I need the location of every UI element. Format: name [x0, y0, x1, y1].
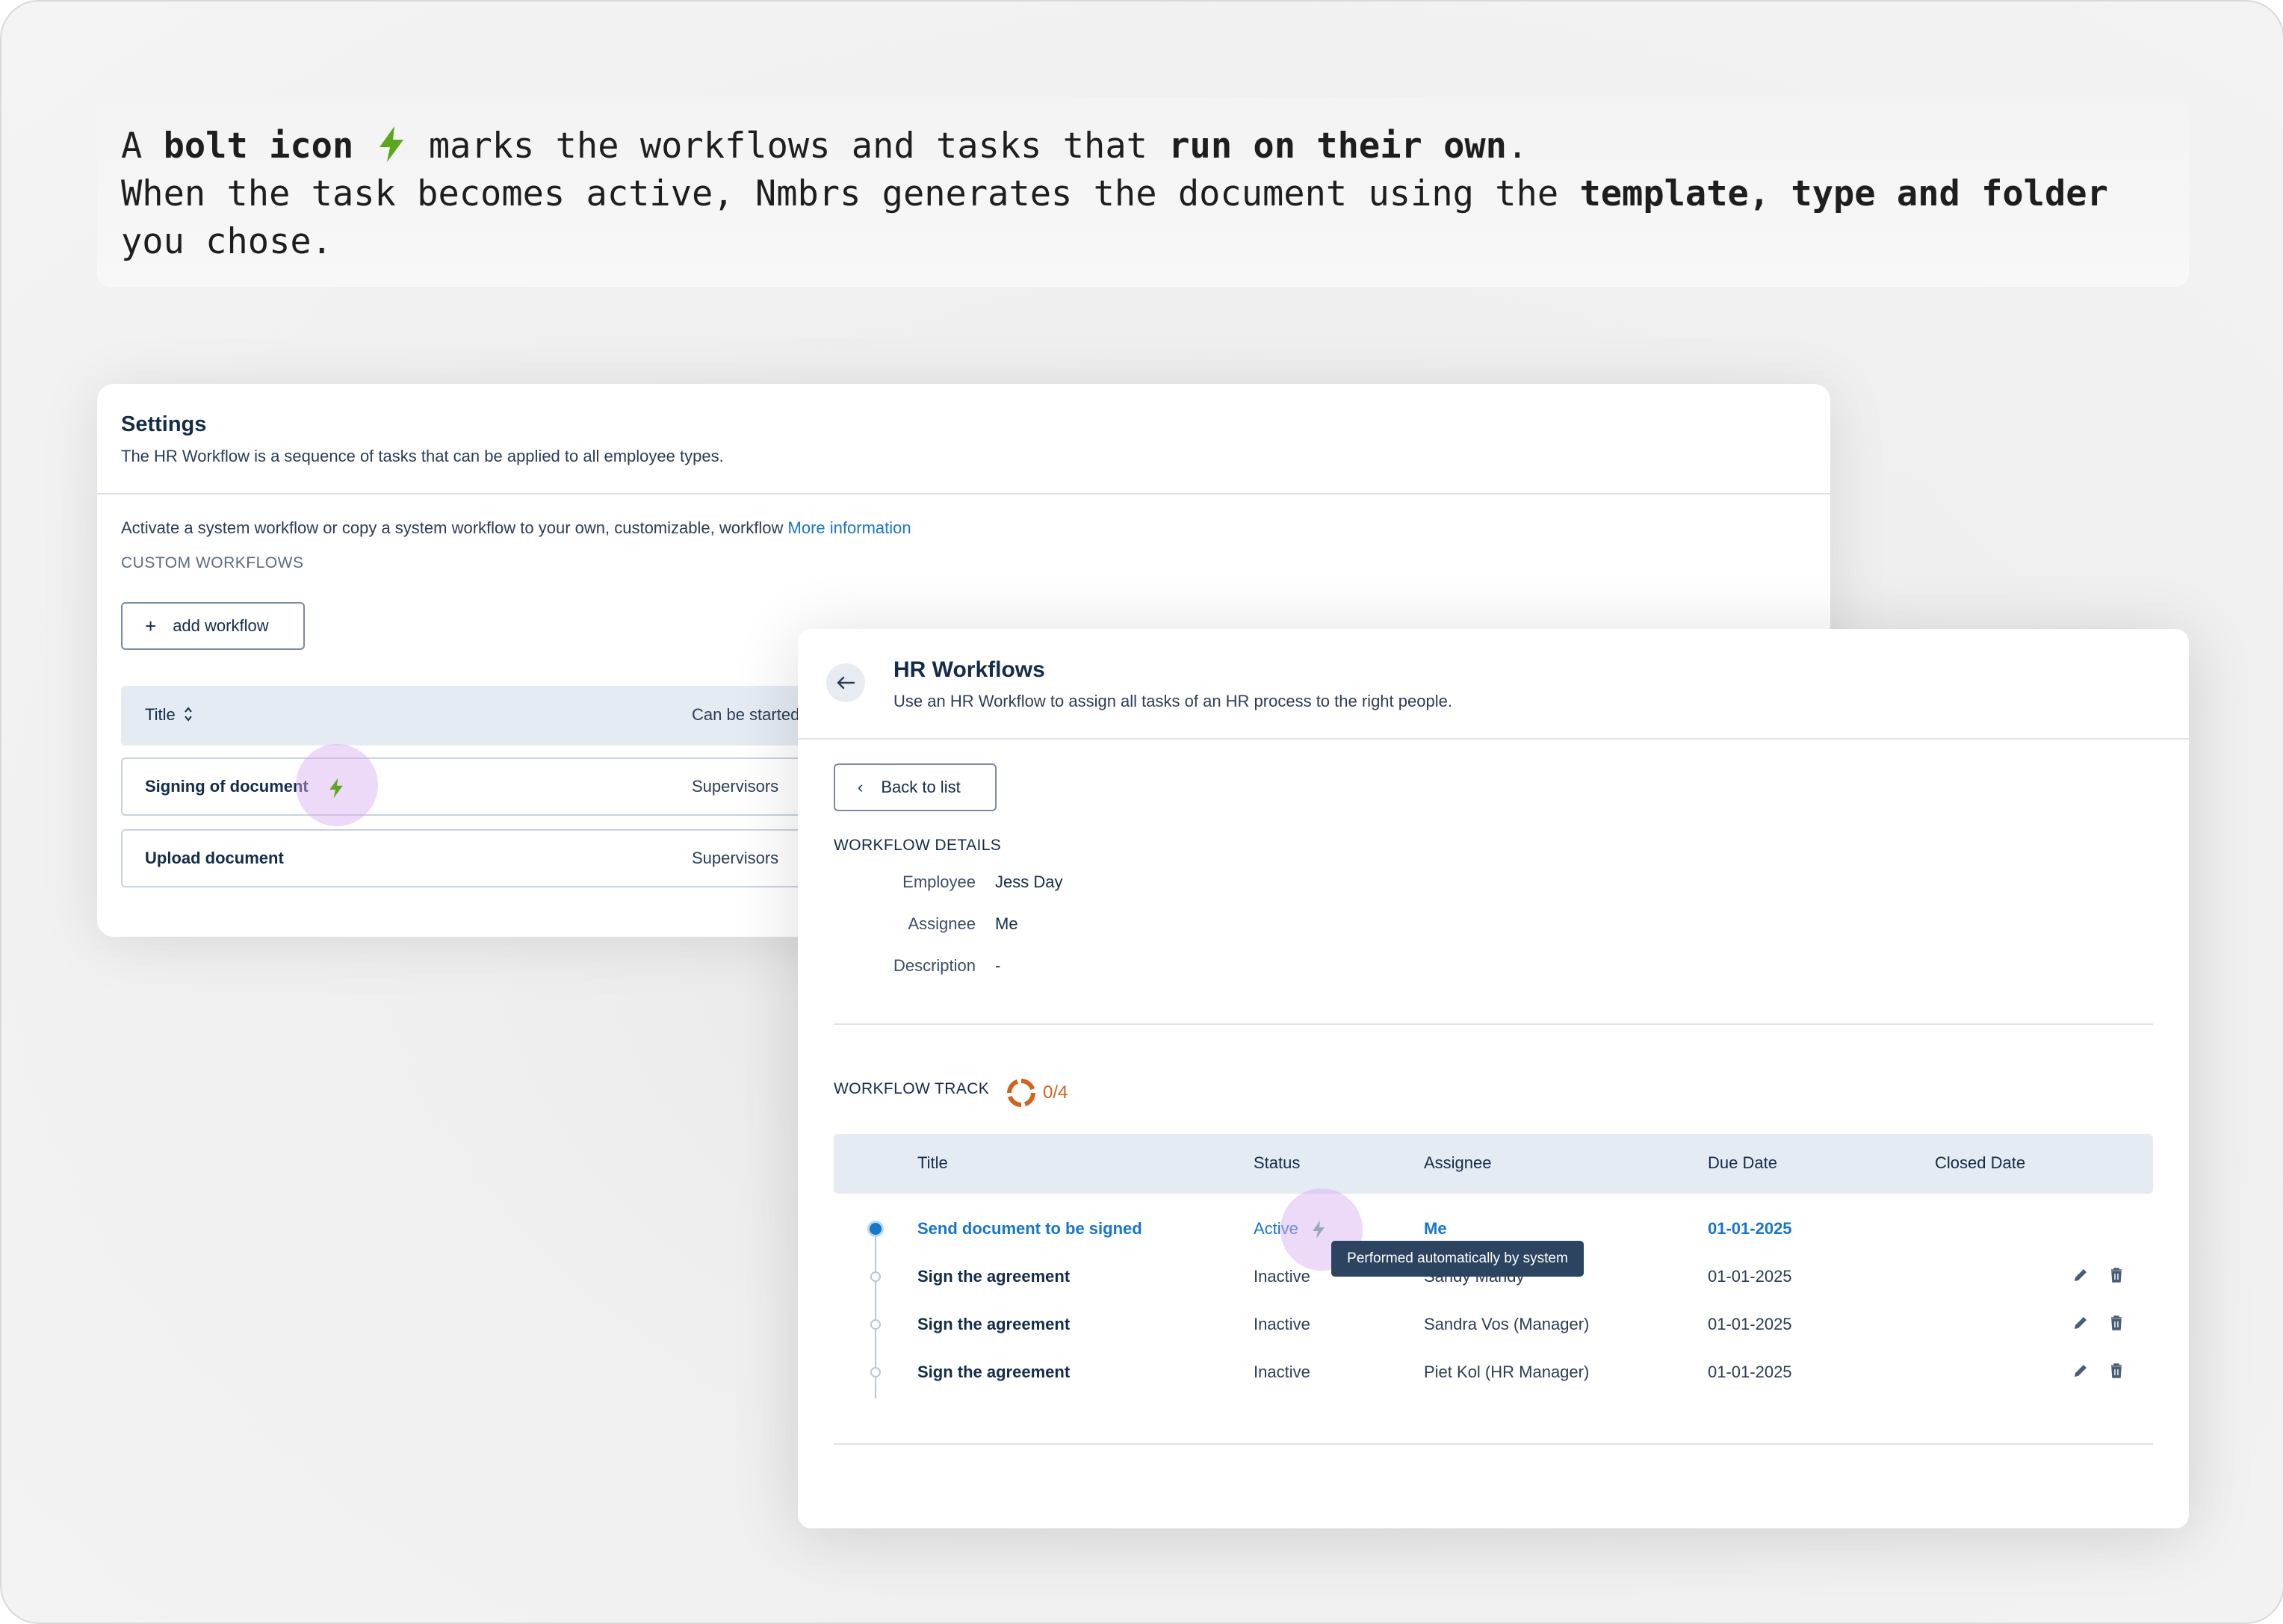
detail-value-assignee: Me — [995, 914, 1018, 933]
detail-label-description: Description — [893, 956, 976, 975]
task-due-date: 01-01-2025 — [1708, 1219, 1792, 1238]
detail-label-employee: Employee — [902, 873, 976, 891]
track-dot — [870, 1271, 881, 1282]
divider — [798, 738, 2189, 740]
track-table-header: Title Status Assignee Due Date Closed Da… — [834, 1134, 2153, 1194]
hr-subtitle: Use an HR Workflow to assign all tasks o… — [893, 692, 1452, 710]
settings-title: Settings — [121, 412, 207, 436]
workflow-started-by: Supervisors — [692, 849, 779, 867]
chevron-left-icon: ‹ — [858, 778, 864, 796]
track-dot-active — [867, 1221, 884, 1237]
divider — [834, 1023, 2153, 1025]
add-workflow-button[interactable]: + add workflow — [121, 602, 305, 650]
settings-subtitle: The HR Workflow is a sequence of tasks t… — [121, 447, 724, 465]
workflow-details: Employee Jess Day Assignee Me Descriptio… — [834, 873, 1357, 1007]
task-assignee: Me — [1424, 1219, 1447, 1238]
column-closed-date: Closed Date — [1935, 1153, 2026, 1172]
back-arrow-icon — [837, 676, 855, 689]
detail-value-description: - — [995, 956, 1001, 975]
activate-text: Activate a system workflow or copy a sys… — [121, 518, 911, 538]
task-status: Inactive — [1254, 1267, 1310, 1286]
edit-icon[interactable] — [2072, 1267, 2089, 1283]
screenshot-frame: A bolt icon marks the workflows and task… — [0, 0, 2283, 1624]
bolt-icon — [379, 126, 403, 162]
delete-icon[interactable] — [2108, 1363, 2125, 1379]
task-title[interactable]: Sign the agreement — [917, 1267, 1070, 1286]
column-due-date: Due Date — [1708, 1153, 1777, 1172]
task-assignee: Piet Kol (HR Manager) — [1424, 1363, 1590, 1381]
task-title[interactable]: Sign the agreement — [917, 1363, 1070, 1382]
column-assignee: Assignee — [1424, 1153, 1492, 1172]
column-title: Title — [917, 1153, 948, 1172]
column-title-label: Title — [145, 705, 176, 724]
hr-workflows-card: HR Workflows Use an HR Workflow to assig… — [798, 629, 2189, 1528]
task-due-date: 01-01-2025 — [1708, 1315, 1792, 1333]
bolt-icon — [329, 778, 343, 799]
column-can-be-started: Can be started — [692, 705, 800, 724]
delete-icon[interactable] — [2108, 1267, 2125, 1283]
divider — [834, 1443, 2153, 1445]
hr-title: HR Workflows — [893, 657, 1045, 682]
back-to-list-button[interactable]: ‹ Back to list — [834, 763, 997, 811]
sort-icon — [184, 707, 192, 722]
detail-label-assignee: Assignee — [908, 914, 976, 933]
column-status: Status — [1254, 1153, 1301, 1172]
intro-text: When the task becomes active, Nmbrs gene… — [121, 173, 1580, 214]
track-dot — [870, 1367, 881, 1377]
workflow-started-by: Supervisors — [692, 777, 779, 796]
more-information-link[interactable]: More information — [788, 518, 911, 537]
workflow-title: Upload document — [145, 849, 284, 867]
task-status: Inactive — [1254, 1363, 1310, 1381]
workflow-progress: 0/4 — [1006, 1077, 1068, 1109]
back-to-list-label: Back to list — [881, 778, 961, 796]
intro-line-1: A bolt icon marks the workflows and task… — [121, 123, 2165, 170]
task-due-date: 01-01-2025 — [1708, 1267, 1792, 1286]
task-assignee: Sandra Vos (Manager) — [1424, 1315, 1590, 1333]
activate-description: Activate a system workflow or copy a sys… — [121, 518, 784, 537]
column-title-sortable[interactable]: Title — [145, 705, 193, 725]
workflow-details-label: WORKFLOW DETAILS — [834, 837, 1002, 854]
progress-ring-icon — [1007, 1079, 1035, 1107]
intro-text: . — [1506, 125, 1528, 167]
workflow-title: Signing of document — [145, 777, 309, 796]
edit-icon[interactable] — [2072, 1363, 2089, 1379]
intro-line-2: When the task becomes active, Nmbrs gene… — [121, 170, 2165, 218]
task-title[interactable]: Sign the agreement — [917, 1315, 1070, 1334]
add-workflow-label: add workflow — [173, 616, 269, 635]
plus-icon: + — [145, 614, 157, 637]
intro-text: A — [121, 125, 164, 167]
intro-text: marks the workflows and tasks that — [407, 125, 1169, 167]
workflow-track-label: WORKFLOW TRACK — [834, 1080, 990, 1097]
intro-emphasis: template, type and folder — [1579, 173, 2108, 214]
intro-text-block: A bolt icon marks the workflows and task… — [97, 97, 2189, 287]
intro-emphasis: bolt icon — [163, 125, 354, 167]
back-arrow-button[interactable] — [826, 663, 865, 702]
delete-icon[interactable] — [2108, 1315, 2125, 1331]
divider — [97, 493, 1830, 495]
progress-count: 0/4 — [1043, 1082, 1068, 1103]
edit-icon[interactable] — [2072, 1315, 2089, 1331]
task-due-date: 01-01-2025 — [1708, 1363, 1792, 1381]
task-title[interactable]: Send document to be signed — [917, 1219, 1142, 1239]
intro-line-3: you chose. — [121, 221, 332, 262]
bolt-icon[interactable] — [1310, 1219, 1327, 1240]
task-status: Inactive — [1254, 1315, 1310, 1333]
detail-value-employee: Jess Day — [995, 873, 1063, 891]
intro-emphasis: run on their own — [1168, 125, 1507, 167]
automation-tooltip: Performed automatically by system — [1331, 1241, 1584, 1277]
custom-workflows-label: CUSTOM WORKFLOWS — [121, 554, 304, 571]
track-dot — [870, 1319, 881, 1330]
